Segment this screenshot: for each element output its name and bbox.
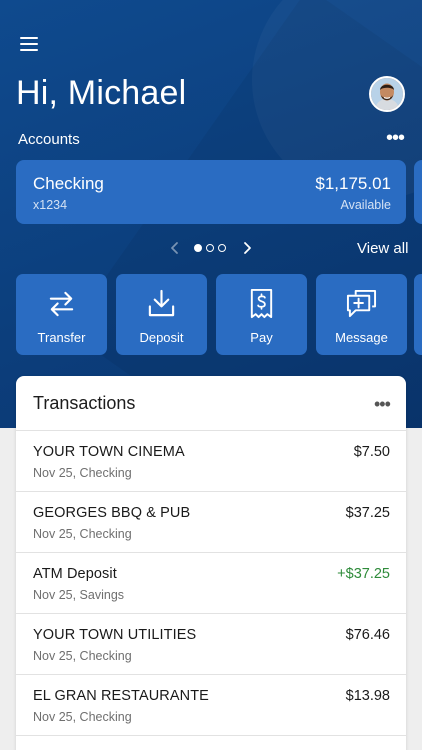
deposit-label: Deposit	[139, 330, 184, 345]
view-all-link[interactable]: View all	[357, 240, 408, 257]
deposit-button[interactable]: Deposit	[116, 274, 207, 355]
message-icon	[346, 289, 377, 318]
transaction-row[interactable]	[16, 735, 406, 750]
transaction-merchant: EL GRAN RESTAURANTE	[33, 688, 209, 704]
next-action-button[interactable]	[414, 274, 422, 355]
transaction-merchant: YOUR TOWN CINEMA	[33, 444, 185, 460]
transaction-amount: +$37.25	[337, 566, 390, 582]
avatar[interactable]	[369, 76, 405, 112]
transaction-row[interactable]: EL GRAN RESTAURANTE Nov 25, Checking $13…	[16, 674, 406, 735]
transactions-panel: Transactions ••• YOUR TOWN CINEMA Nov 25…	[16, 376, 406, 750]
transfer-label: Transfer	[37, 330, 86, 345]
pager-dot-2[interactable]	[206, 244, 214, 252]
account-card-checking[interactable]: Checking x1234 $1,175.01 Available	[16, 160, 406, 224]
accounts-more-icon[interactable]: •••	[386, 128, 405, 148]
transaction-row[interactable]: GEORGES BBQ & PUB Nov 25, Checking $37.2…	[16, 491, 406, 552]
pay-label: Pay	[250, 330, 273, 345]
pager-dot-1[interactable]	[194, 244, 202, 252]
deposit-icon	[148, 289, 175, 317]
transfer-icon	[49, 291, 74, 317]
accounts-label: Accounts	[18, 131, 80, 148]
transaction-row[interactable]: ATM Deposit Nov 25, Savings +$37.25	[16, 552, 406, 613]
transaction-amount: $13.98	[345, 688, 390, 704]
transaction-row[interactable]: YOUR TOWN CINEMA Nov 25, Checking $7.50	[16, 430, 406, 491]
hamburger-menu-icon[interactable]	[20, 37, 38, 52]
chevron-right-icon[interactable]	[239, 240, 255, 256]
bill-pay-icon	[250, 288, 273, 319]
account-number: x1234	[33, 198, 68, 212]
transactions-more-icon[interactable]: •••	[374, 395, 391, 413]
account-balance: $1,175.01	[315, 174, 391, 193]
transaction-meta: Nov 25, Checking	[33, 466, 132, 480]
transaction-merchant: ATM Deposit	[33, 566, 117, 582]
transaction-meta: Nov 25, Checking	[33, 649, 132, 663]
transaction-meta: Nov 25, Savings	[33, 588, 125, 602]
transaction-row[interactable]: YOUR TOWN UTILITIES Nov 25, Checking $76…	[16, 613, 406, 674]
transaction-merchant: GEORGES BBQ & PUB	[33, 505, 191, 521]
next-account-card[interactable]	[414, 160, 422, 224]
transaction-merchant: YOUR TOWN UTILITIES	[33, 627, 197, 643]
transaction-meta: Nov 25, Checking	[33, 710, 132, 724]
chevron-left-icon[interactable]	[167, 240, 183, 256]
pager-dot-3[interactable]	[218, 244, 226, 252]
message-label: Message	[335, 330, 388, 345]
greeting-title: Hi, Michael	[16, 74, 187, 112]
account-balance-label: Available	[340, 198, 391, 212]
transaction-meta: Nov 25, Checking	[33, 527, 132, 541]
account-name: Checking	[33, 174, 104, 193]
transactions-title: Transactions	[33, 393, 136, 413]
message-button[interactable]: Message	[316, 274, 407, 355]
transaction-amount: $37.25	[345, 505, 390, 521]
transaction-amount: $7.50	[353, 444, 390, 460]
pay-button[interactable]: Pay	[216, 274, 307, 355]
transaction-amount: $76.46	[345, 627, 390, 643]
transfer-button[interactable]: Transfer	[16, 274, 107, 355]
